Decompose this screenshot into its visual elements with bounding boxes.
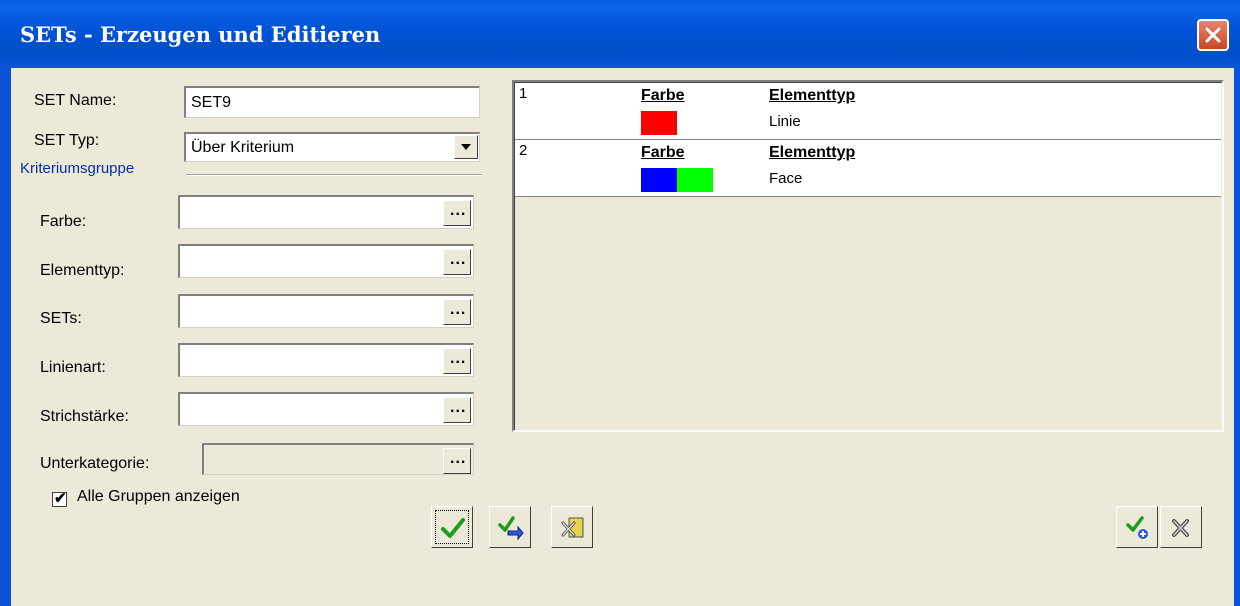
close-icon — [1205, 27, 1221, 43]
show-all-groups-checkbox[interactable]: ✔ — [52, 490, 67, 507]
ok-button[interactable] — [431, 506, 473, 548]
checkmark-icon — [441, 518, 465, 538]
element-type-field[interactable]: ... — [178, 244, 474, 278]
check-with-arrow-icon — [498, 516, 524, 541]
window-frame-right — [1234, 68, 1240, 606]
remove-criteria-icon — [1172, 519, 1189, 537]
group-divider — [186, 174, 482, 176]
row-index: 1 — [519, 85, 528, 102]
edit-cancel-icon — [561, 517, 584, 538]
subcategory-field[interactable]: ... — [202, 443, 474, 475]
element-type-browse-button[interactable]: ... — [443, 249, 471, 275]
subcategory-label: Unterkategorie: — [40, 455, 150, 472]
set-name-value: SET9 — [191, 94, 232, 111]
line-weight-browse-button[interactable]: ... — [443, 397, 471, 423]
apply-button[interactable] — [489, 506, 531, 548]
cancel-edit-button[interactable] — [551, 506, 593, 548]
set-type-dropdown-button[interactable] — [454, 135, 478, 159]
window-frame-left — [0, 68, 11, 606]
element-type-column-header: Elementtyp — [769, 87, 856, 104]
line-type-browse-button[interactable]: ... — [443, 348, 471, 374]
dialog-window: SETs - Erzeugen und Editieren SET Name: … — [0, 0, 1240, 606]
set-name-input[interactable]: SET9 — [184, 86, 480, 118]
list-item[interactable]: 2 Farbe Elementtyp Face — [515, 140, 1221, 197]
element-type-value: Linie — [769, 113, 801, 130]
checkbox-checkmark: ✔ — [54, 490, 67, 507]
window-title: SETs - Erzeugen und Editieren — [20, 22, 381, 47]
color-swatch-red — [641, 111, 677, 135]
chevron-down-icon — [461, 144, 471, 150]
set-name-label: SET Name: — [34, 92, 117, 109]
sets-browse-button[interactable]: ... — [443, 299, 471, 325]
line-weight-field[interactable]: ... — [178, 392, 474, 426]
line-weight-label: Strichstärke: — [40, 408, 129, 425]
criteria-list[interactable]: 1 Farbe Elementtyp Linie 2 Farbe Element… — [512, 80, 1224, 432]
set-type-select[interactable]: Über Kriterium — [184, 132, 480, 162]
line-type-field[interactable]: ... — [178, 343, 474, 377]
color-swatch-green — [677, 168, 713, 192]
color-field[interactable]: ... — [178, 195, 474, 229]
sets-field[interactable]: ... — [178, 294, 474, 328]
row-index: 2 — [519, 142, 528, 159]
color-browse-button[interactable]: ... — [443, 200, 471, 226]
color-label: Farbe: — [40, 213, 87, 230]
criteria-group-label: Kriteriumsgruppe — [20, 160, 135, 177]
element-type-label: Elementtyp: — [40, 262, 125, 279]
subcategory-browse-button[interactable]: ... — [443, 448, 471, 474]
dialog-content: SET Name: SET9 SET Typ: Über Kriterium K… — [11, 68, 1234, 606]
color-column-header: Farbe — [641, 87, 685, 104]
element-type-value: Face — [769, 170, 803, 187]
color-swatch-blue — [641, 168, 677, 192]
line-type-label: Linienart: — [40, 359, 106, 376]
color-column-header: Farbe — [641, 144, 685, 161]
add-criteria-button[interactable] — [1116, 506, 1158, 548]
show-all-groups-label: Alle Gruppen anzeigen — [77, 488, 240, 505]
title-bar[interactable]: SETs - Erzeugen und Editieren — [0, 0, 1240, 68]
set-type-label: SET Typ: — [34, 132, 100, 149]
sets-label: SETs: — [40, 310, 82, 327]
element-type-column-header: Elementtyp — [769, 144, 856, 161]
set-type-value: Über Kriterium — [191, 139, 295, 156]
close-button[interactable] — [1197, 19, 1229, 51]
add-criteria-icon — [1126, 516, 1148, 539]
remove-criteria-button[interactable] — [1160, 506, 1202, 548]
list-item[interactable]: 1 Farbe Elementtyp Linie — [515, 83, 1221, 140]
